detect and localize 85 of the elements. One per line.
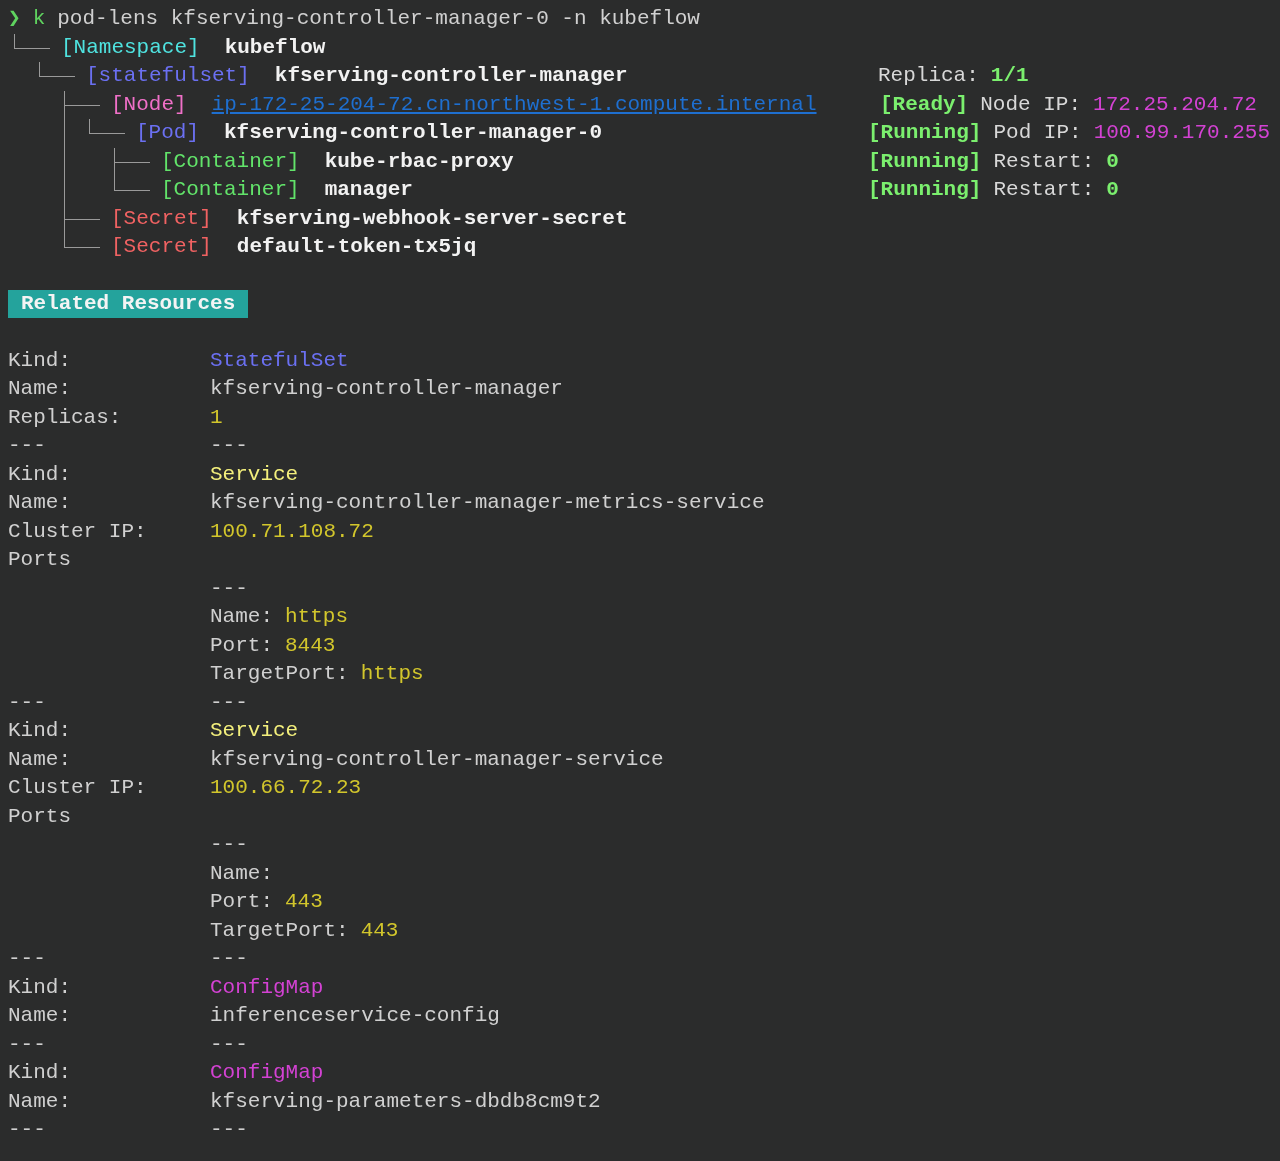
status-value: 0 bbox=[1106, 148, 1119, 175]
status-value: 0 bbox=[1106, 177, 1119, 203]
resource-tag: [statefulset] bbox=[86, 62, 250, 91]
resource-tag: [Namespace] bbox=[61, 33, 200, 62]
field-label: Name: bbox=[8, 1089, 71, 1113]
port-field-label: TargetPort: bbox=[210, 661, 349, 687]
separator-text: --- bbox=[210, 433, 248, 459]
status-text: [Ready] bbox=[880, 91, 969, 118]
resource-tag: [Pod] bbox=[136, 119, 199, 148]
resource-tag: [Container] bbox=[161, 147, 300, 176]
field-label: Kind: bbox=[8, 462, 71, 486]
field-label: Kind: bbox=[8, 1061, 71, 1084]
resource-name: kfserving-webhook-server-secret bbox=[236, 205, 628, 232]
field-label: Kind: bbox=[8, 719, 71, 742]
port-field-label: Port: bbox=[210, 889, 273, 915]
field-value: 100.66.72.23 bbox=[210, 775, 362, 801]
status-label: Pod IP: bbox=[993, 120, 1082, 146]
separator-text: --- bbox=[210, 689, 248, 716]
resource-name: kfserving-controller-manager-0 bbox=[224, 120, 603, 146]
node-link[interactable]: ip-172-25-204-72.cn-northwest-1.compute.internal bbox=[211, 90, 817, 119]
port-field-label: Name: bbox=[210, 604, 273, 630]
field-value: kfserving-parameters-dbdb8cm9t2 bbox=[210, 1088, 601, 1115]
field-value: 1 bbox=[210, 404, 223, 431]
status-text: [Running] bbox=[868, 148, 982, 175]
prompt-symbol: ❯ bbox=[8, 6, 21, 32]
command-text: pod-lens kfserving-controller-manager-0 -n kubeflow bbox=[57, 6, 700, 32]
field-label: Kind: bbox=[8, 975, 71, 999]
field-label: Name: bbox=[8, 1004, 71, 1027]
resource-tag: [Node] bbox=[111, 90, 187, 119]
separator-text: --- bbox=[8, 690, 46, 714]
port-field-value: 8443 bbox=[285, 632, 336, 659]
resource-name: default-token-tx5jq bbox=[236, 234, 477, 260]
resource-tag: [Container] bbox=[161, 176, 300, 205]
field-value: ConfigMap bbox=[210, 1060, 324, 1086]
field-label: Name: bbox=[8, 747, 71, 771]
status-label: Restart: bbox=[993, 177, 1095, 203]
field-label: Cluster IP: bbox=[8, 776, 147, 799]
field-value: kfserving-controller-manager bbox=[210, 376, 563, 402]
separator-text: --- bbox=[210, 1117, 248, 1143]
port-field-value: https bbox=[285, 604, 349, 630]
field-label: Kind: bbox=[8, 348, 71, 372]
separator-text: --- bbox=[8, 434, 46, 457]
status-text: [Running] bbox=[868, 120, 982, 146]
command-alias: k bbox=[32, 6, 46, 32]
separator-text: --- bbox=[210, 832, 248, 858]
status-label: Restart: bbox=[993, 148, 1095, 175]
resource-tag: [Secret] bbox=[111, 204, 212, 233]
field-label: Cluster IP: bbox=[8, 519, 147, 543]
field-value: Service bbox=[210, 461, 299, 488]
field-label: Replicas: bbox=[8, 405, 122, 429]
resource-tag: [Secret] bbox=[111, 233, 212, 262]
field-label: Name: bbox=[8, 491, 71, 514]
field-value: ConfigMap bbox=[210, 974, 324, 1001]
field-label: Ports bbox=[8, 804, 71, 828]
resource-name: kfserving-controller-manager bbox=[274, 63, 628, 89]
field-value: Service bbox=[210, 718, 299, 744]
status-value: 100.99.170.255 bbox=[1093, 120, 1271, 146]
status-label: Node IP: bbox=[980, 91, 1082, 118]
status-value: 172.25.204.72 bbox=[1093, 91, 1257, 118]
status-text: [Running] bbox=[868, 177, 982, 203]
field-value: 100.71.108.72 bbox=[210, 518, 374, 545]
resource-name: kubeflow bbox=[224, 34, 326, 61]
field-label: Ports bbox=[8, 548, 71, 571]
port-field-label: TargetPort: bbox=[210, 917, 349, 944]
field-value: kfserving-controller-manager-service bbox=[210, 746, 664, 773]
port-field-value: 443 bbox=[285, 889, 323, 915]
section-heading: Related Resources bbox=[8, 290, 249, 318]
resource-name: kube-rbac-proxy bbox=[324, 148, 514, 175]
resource-name: manager bbox=[324, 177, 413, 203]
status-label: Replica: bbox=[878, 63, 979, 89]
separator-text: --- bbox=[210, 1031, 248, 1058]
separator-text: --- bbox=[8, 1118, 46, 1141]
separator-text: --- bbox=[210, 946, 248, 972]
separator-text: --- bbox=[210, 575, 248, 602]
port-field-label: Port: bbox=[210, 632, 273, 659]
field-value: StatefulSet bbox=[210, 347, 349, 374]
separator-text: --- bbox=[8, 1032, 46, 1056]
status-value: 1/1 bbox=[990, 63, 1029, 89]
field-value: kfserving-controller-manager-metrics-service bbox=[210, 490, 765, 516]
port-field-value: 443 bbox=[360, 917, 399, 944]
field-label: Name: bbox=[8, 377, 71, 400]
field-value: inferenceservice-config bbox=[210, 1003, 500, 1029]
port-field-value: https bbox=[360, 661, 424, 687]
separator-text: --- bbox=[8, 947, 46, 970]
port-field-label: Name: bbox=[210, 860, 273, 887]
